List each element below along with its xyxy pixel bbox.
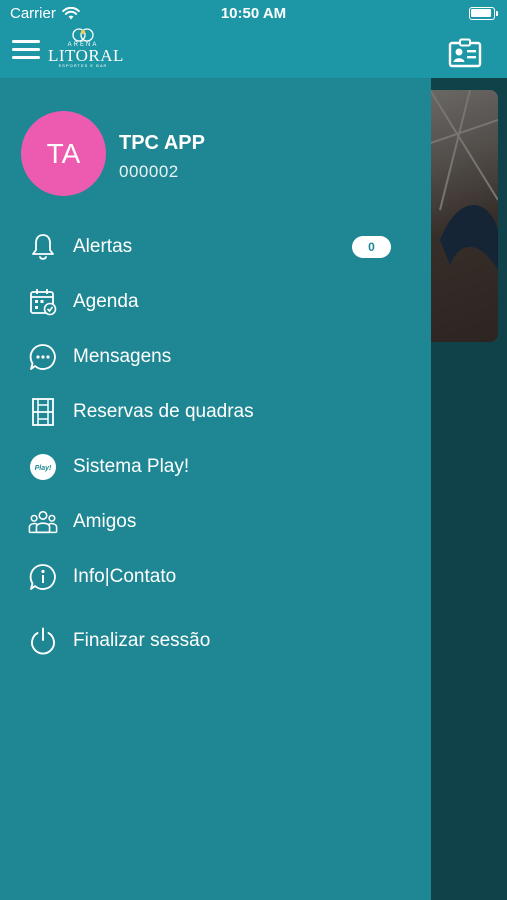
id-card-icon	[448, 38, 482, 68]
menu-item-alertas[interactable]: Alertas 0	[0, 225, 431, 269]
menu-item-label: Info|Contato	[73, 566, 177, 587]
calendar-check-icon	[28, 287, 58, 317]
menu-item-label: Mensagens	[73, 346, 172, 367]
menu-item-finalizar-sessao[interactable]: Finalizar sessão	[0, 619, 431, 663]
menu-item-sistema-play[interactable]: Play! Sistema Play!	[0, 445, 431, 489]
app-header: ARENA LITORAL ESPORTES E BAR	[0, 28, 507, 78]
menu-item-label: Reservas de quadras	[73, 401, 254, 422]
play-logo-icon: Play!	[28, 452, 58, 482]
chat-bubble-icon	[28, 342, 58, 372]
friends-icon	[28, 507, 58, 537]
avatar[interactable]: TA	[21, 111, 106, 196]
arena-litoral-logo: ARENA LITORAL ESPORTES E BAR	[48, 28, 124, 78]
bell-icon	[28, 232, 58, 262]
menu-item-mensagens[interactable]: Mensagens	[0, 335, 431, 379]
menu-item-agenda[interactable]: Agenda	[0, 280, 431, 324]
status-bar: Carrier 10:50 AM	[0, 0, 507, 28]
power-icon	[28, 626, 58, 656]
play-icon-text: Play!	[35, 465, 52, 472]
member-card-button[interactable]	[448, 38, 482, 68]
padel-rackets-icon	[72, 28, 94, 42]
menu-item-label: Sistema Play!	[73, 456, 190, 477]
menu-line-icon	[12, 40, 40, 43]
menu-item-label: Agenda	[73, 291, 139, 312]
menu-line-icon	[12, 56, 40, 59]
menu-item-label: Finalizar sessão	[73, 630, 211, 651]
avatar-initials: TA	[46, 137, 81, 169]
user-name: TPC APP	[119, 132, 205, 154]
logo-main-text: LITORAL	[48, 46, 124, 65]
navigation-drawer: TA TPC APP 000002 Alertas 0 Agenda Mensa…	[0, 78, 431, 900]
info-bubble-icon	[28, 562, 58, 592]
menu-item-info-contato[interactable]: Info|Contato	[0, 555, 431, 599]
user-code: 000002	[119, 162, 179, 181]
alert-count-badge: 0	[352, 236, 391, 258]
menu-item-label: Alertas	[73, 236, 133, 257]
menu-item-amigos[interactable]: Amigos	[0, 500, 431, 544]
menu-item-reservas-de-quadras[interactable]: Reservas de quadras	[0, 390, 431, 434]
hamburger-menu-button[interactable]	[12, 37, 42, 61]
drawer-overlay-scrim[interactable]	[431, 78, 507, 900]
battery-icon	[469, 7, 498, 20]
menu-item-label: Amigos	[73, 511, 137, 532]
court-icon	[28, 397, 58, 427]
menu-line-icon	[12, 48, 40, 51]
status-time: 10:50 AM	[220, 5, 287, 22]
